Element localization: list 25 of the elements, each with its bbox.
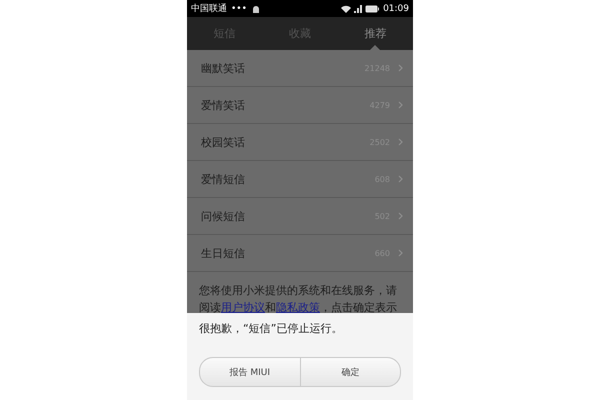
category-name: 爱情短信	[201, 172, 246, 186]
signal-icon	[354, 4, 362, 12]
error-message: 很抱歉，“短信”已停止运行。	[199, 321, 344, 337]
wifi-icon	[341, 4, 352, 12]
tab[interactable]: 推荐	[338, 17, 413, 50]
notification-dots: •••	[231, 4, 247, 14]
chevron-icon	[398, 212, 403, 220]
chevron-icon	[398, 249, 403, 257]
clock-time: 01:09	[383, 4, 409, 14]
chevron-icon	[398, 101, 403, 109]
policy-link[interactable]: 隐私政策	[276, 301, 320, 314]
category-name: 生日短信	[201, 246, 246, 260]
policy-link[interactable]: 用户协议	[221, 301, 265, 314]
category-name: 爱情笑话	[201, 98, 246, 112]
dialog-button[interactable]: 确定	[300, 358, 400, 386]
battery-icon	[365, 4, 380, 12]
dialog-button[interactable]: 报告 MIUI	[200, 358, 300, 386]
chevron-icon	[398, 175, 403, 183]
category-name: 幽默笑话	[201, 60, 246, 76]
chevron-icon	[398, 64, 403, 72]
category-name: 校园笑话	[201, 134, 246, 150]
category-name: 问候短信	[201, 208, 246, 224]
carrier-name: 中国联通	[191, 2, 227, 15]
chevron-icon	[398, 138, 403, 146]
notice-text: 您将使用小米提供的系统和在线服务，请阅读用户协议和隐私政策，点击确定表示	[199, 283, 398, 316]
